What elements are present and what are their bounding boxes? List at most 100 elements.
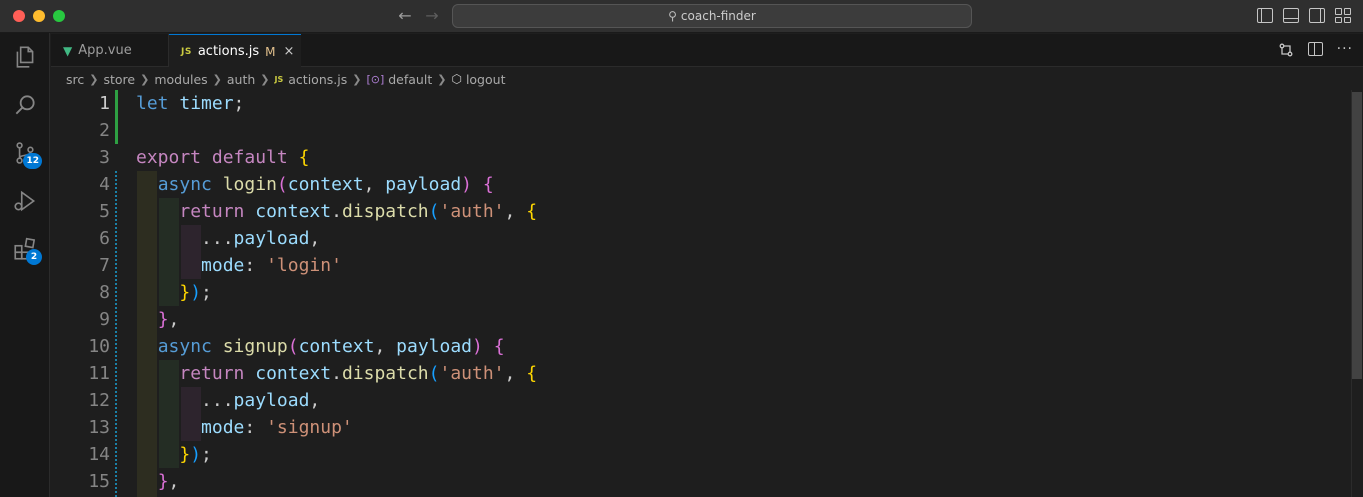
code-line[interactable]: 4 async login(context, payload) { bbox=[51, 171, 1351, 198]
toggle-panel-icon[interactable] bbox=[1283, 8, 1299, 23]
code-text: ...payload, bbox=[136, 387, 320, 414]
split-editor-icon[interactable] bbox=[1307, 42, 1323, 56]
code-token: payload bbox=[396, 336, 472, 357]
code-line[interactable]: 8 }); bbox=[51, 279, 1351, 306]
breadcrumb-item[interactable]: actions.js bbox=[288, 72, 347, 87]
breadcrumb-item[interactable]: src bbox=[66, 72, 84, 87]
code-line[interactable]: 1 let timer; bbox=[51, 90, 1351, 117]
code-editor[interactable]: 1 let timer; 2 3 export default {4 async log… bbox=[51, 90, 1351, 497]
code-token: return bbox=[179, 363, 245, 384]
code-line[interactable]: 2 bbox=[51, 117, 1351, 144]
breadcrumb-item[interactable]: logout bbox=[466, 72, 506, 87]
code-token: context bbox=[298, 336, 375, 357]
code-line[interactable]: 6 ...payload, bbox=[51, 225, 1351, 252]
code-token: : bbox=[244, 255, 267, 276]
more-actions-icon[interactable]: ··· bbox=[1337, 42, 1353, 58]
toggle-secondary-sidebar-icon[interactable] bbox=[1309, 8, 1325, 23]
code-token: } bbox=[157, 309, 169, 330]
source-control-icon[interactable]: 12 bbox=[0, 129, 50, 177]
back-arrow-icon[interactable]: ← bbox=[395, 6, 415, 26]
code-line[interactable]: 9 }, bbox=[51, 306, 1351, 333]
editor-actions: ··· bbox=[1278, 42, 1353, 58]
code-text: let timer; bbox=[136, 90, 244, 117]
scrollbar-thumb[interactable] bbox=[1352, 92, 1362, 379]
code-line[interactable]: 11 return context.dispatch('auth', { bbox=[51, 360, 1351, 387]
window-close-button[interactable] bbox=[13, 10, 25, 22]
code-token: ) bbox=[461, 174, 472, 195]
open-changes-icon[interactable] bbox=[1278, 42, 1294, 58]
code-text: }); bbox=[136, 279, 212, 306]
customize-layout-icon[interactable] bbox=[1335, 8, 1351, 23]
code-token: , bbox=[504, 201, 527, 222]
window-maximize-button[interactable] bbox=[53, 10, 65, 22]
code-line[interactable]: 12 ...payload, bbox=[51, 387, 1351, 414]
search-icon[interactable] bbox=[0, 81, 50, 129]
code-line[interactable]: 10 async signup(context, payload) { bbox=[51, 333, 1351, 360]
breadcrumb-item[interactable]: modules bbox=[154, 72, 207, 87]
breadcrumb: src ❯ store ❯ modules ❯ auth ❯ JS action… bbox=[66, 68, 505, 90]
code-token: { bbox=[493, 336, 505, 357]
tab-app-vue[interactable]: ▼ App.vue bbox=[51, 34, 169, 67]
line-number: 10 bbox=[88, 336, 110, 357]
tab-label: App.vue bbox=[78, 43, 132, 58]
breadcrumb-item[interactable]: auth bbox=[227, 72, 255, 87]
source-control-badge: 12 bbox=[23, 153, 42, 169]
window-title: coach-finder bbox=[680, 9, 756, 23]
command-center-search[interactable]: ⚲ coach-finder bbox=[452, 4, 972, 28]
code-token: , bbox=[309, 390, 321, 411]
close-icon[interactable]: × bbox=[284, 44, 295, 59]
chevron-right-icon: ❯ bbox=[352, 72, 362, 86]
code-text: }, bbox=[136, 306, 180, 333]
code-token: { bbox=[526, 363, 538, 384]
line-number: 3 bbox=[99, 147, 110, 168]
code-text: }, bbox=[136, 468, 180, 495]
tab-actions-js[interactable]: JS actions.js M × bbox=[169, 34, 301, 68]
code-token: , bbox=[374, 336, 397, 357]
code-line[interactable]: 15 }, bbox=[51, 468, 1351, 495]
code-line[interactable]: 3 export default { bbox=[51, 144, 1351, 171]
line-number: 5 bbox=[99, 201, 110, 222]
explorer-icon[interactable] bbox=[0, 33, 50, 81]
line-number: 11 bbox=[88, 363, 110, 384]
code-token: ... bbox=[201, 228, 234, 249]
code-token: } bbox=[179, 282, 191, 303]
code-token: ) bbox=[190, 444, 202, 465]
line-number: 9 bbox=[99, 309, 110, 330]
chevron-right-icon: ❯ bbox=[140, 72, 150, 86]
code-token: default bbox=[211, 147, 288, 168]
code-text: mode: 'signup' bbox=[136, 414, 353, 441]
code-token: 'login' bbox=[266, 255, 342, 276]
code-token: dispatch bbox=[341, 363, 429, 384]
title-bar: ← → ⚲ coach-finder bbox=[0, 0, 1363, 33]
breadcrumb-item[interactable]: store bbox=[103, 72, 135, 87]
code-token: payload bbox=[385, 174, 462, 195]
extensions-icon[interactable]: 2 bbox=[0, 225, 50, 273]
code-line[interactable]: 5 return context.dispatch('auth', { bbox=[51, 198, 1351, 225]
method-icon: ⬡ bbox=[451, 72, 462, 86]
code-line[interactable]: 13 mode: 'signup' bbox=[51, 414, 1351, 441]
toggle-primary-sidebar-icon[interactable] bbox=[1257, 8, 1273, 23]
window-minimize-button[interactable] bbox=[33, 10, 45, 22]
tab-label: actions.js bbox=[197, 44, 260, 59]
code-token: ; bbox=[201, 444, 212, 465]
code-token: async bbox=[157, 174, 212, 195]
run-debug-icon[interactable] bbox=[0, 177, 50, 225]
code-token: } bbox=[157, 471, 169, 492]
forward-arrow-icon[interactable]: → bbox=[422, 6, 442, 26]
chevron-right-icon: ❯ bbox=[212, 72, 222, 86]
code-text: async login(context, payload) { bbox=[136, 171, 494, 198]
code-line[interactable]: 7 mode: 'login' bbox=[51, 252, 1351, 279]
code-token: { bbox=[526, 201, 538, 222]
breadcrumb-item[interactable]: default bbox=[388, 72, 432, 87]
code-token: ; bbox=[233, 93, 245, 114]
code-token: dispatch bbox=[341, 201, 429, 222]
code-line[interactable]: 14 }); bbox=[51, 441, 1351, 468]
line-number: 14 bbox=[88, 444, 110, 465]
